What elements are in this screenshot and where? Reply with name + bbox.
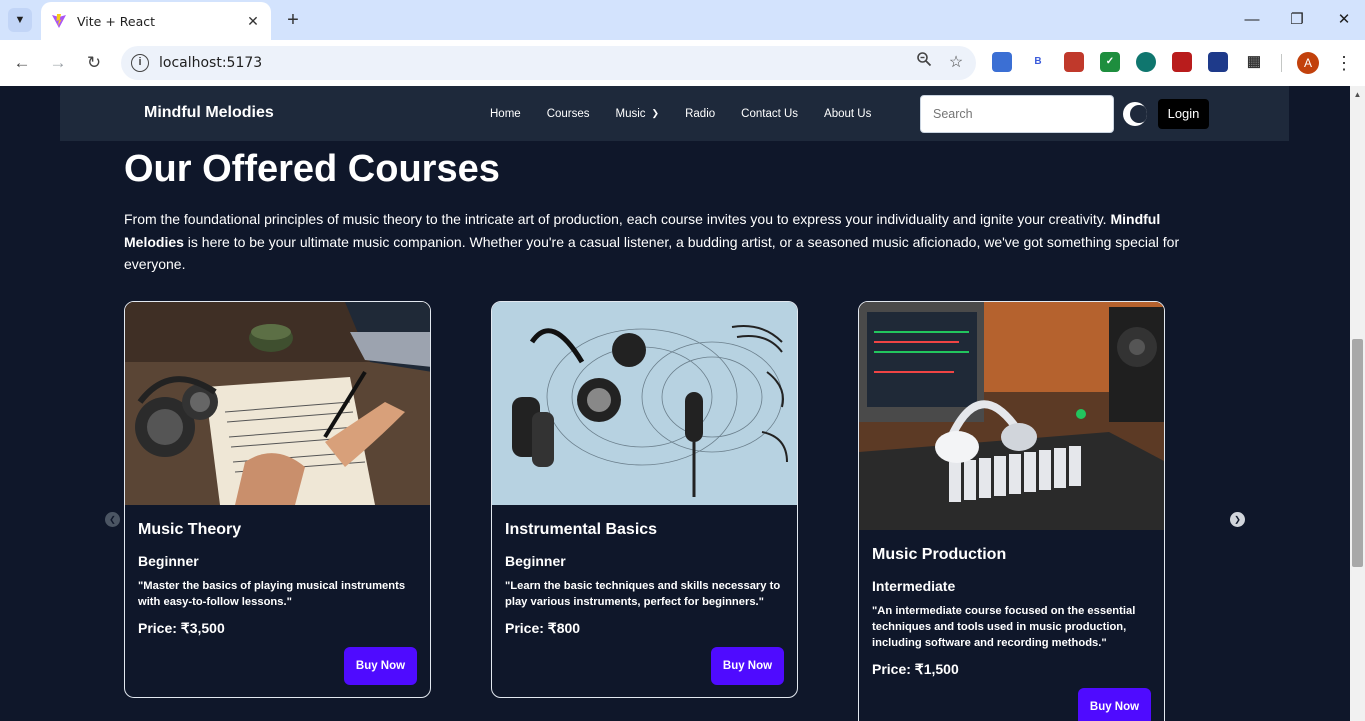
extension-screen-icon[interactable]: [992, 52, 1012, 72]
vite-logo-icon: [52, 14, 66, 28]
tab-close-icon[interactable]: ✕: [245, 13, 261, 30]
course-title: Instrumental Basics: [505, 521, 658, 538]
site-brand[interactable]: Mindful Melodies: [144, 104, 274, 122]
intro-text-2: is here to be your ultimate music compan…: [124, 233, 1180, 273]
nav-courses[interactable]: Courses: [547, 108, 590, 120]
browser-tab-bar: ▼ Vite + React ✕ + — ❐ ✕: [0, 0, 1365, 40]
url-text[interactable]: localhost:5173: [159, 55, 912, 71]
course-level: Beginner: [505, 553, 566, 569]
forward-arrow-icon[interactable]: →: [46, 51, 70, 75]
course-title: Music Theory: [138, 521, 242, 538]
reload-icon[interactable]: ↻: [82, 51, 106, 75]
page-title: Our Offered Courses: [124, 148, 500, 190]
extension-megaphone-icon[interactable]: [1064, 52, 1084, 72]
nav-about[interactable]: About Us: [824, 108, 871, 120]
search-input[interactable]: [933, 96, 1101, 132]
course-price: Price: ₹800: [505, 620, 581, 636]
theme-toggle-moon-icon[interactable]: [1123, 102, 1147, 126]
course-level: Intermediate: [872, 578, 956, 594]
login-button[interactable]: Login: [1158, 99, 1209, 129]
restore-icon[interactable]: ❐: [1282, 8, 1312, 32]
bookmark-star-icon[interactable]: ☆: [944, 51, 968, 75]
course-card: Music Production Intermediate "An interm…: [858, 301, 1165, 721]
course-price: Price: ₹3,500: [138, 620, 225, 636]
buy-now-button[interactable]: Buy Now: [1078, 688, 1151, 721]
extension-b-icon[interactable]: B: [1028, 52, 1048, 72]
profile-avatar[interactable]: A: [1297, 52, 1319, 74]
browser-tab[interactable]: Vite + React ✕: [41, 2, 271, 40]
course-description: "Master the basics of playing musical in…: [138, 580, 406, 608]
window-close-icon[interactable]: ✕: [1329, 8, 1359, 32]
address-bar[interactable]: i localhost:5173 ☆: [121, 46, 976, 80]
tab-title: Vite + React: [77, 13, 156, 29]
chevron-down-icon: ❯: [651, 108, 660, 118]
nav-home[interactable]: Home: [490, 108, 521, 120]
nav-radio[interactable]: Radio: [685, 108, 715, 120]
extension-home-icon[interactable]: [1208, 52, 1228, 72]
buy-now-button[interactable]: Buy Now: [344, 647, 417, 685]
nav-music-label: Music: [615, 107, 646, 120]
new-tab-plus-icon[interactable]: +: [282, 8, 304, 32]
course-card-body: Music Production Intermediate "An interm…: [859, 530, 1164, 678]
browser-toolbar: ← → ↻ i localhost:5173 ☆ B ✓ ▦: [0, 40, 1365, 86]
scroll-up-arrow-icon[interactable]: ▲: [1350, 88, 1365, 102]
course-price: Price: ₹1,500: [872, 661, 959, 677]
extension-check-icon[interactable]: ✓: [1100, 52, 1120, 72]
intro-paragraph: From the foundational principles of musi…: [124, 208, 1219, 276]
buy-now-button[interactable]: Buy Now: [711, 647, 784, 685]
intro-text-1: From the foundational principles of musi…: [124, 211, 1111, 227]
extensions-puzzle-icon[interactable]: ▦: [1244, 52, 1264, 72]
course-card: Music Theory Beginner "Master the basics…: [124, 301, 431, 698]
course-card-body: Instrumental Basics Beginner "Learn the …: [492, 505, 797, 637]
site-navbar: Mindful Melodies Home Courses Music ❯ Ra…: [60, 86, 1289, 141]
toolbar-divider: [1281, 54, 1282, 72]
course-title: Music Production: [872, 546, 1007, 563]
course-level: Beginner: [138, 553, 199, 569]
course-image-studio: [859, 302, 1164, 530]
course-image-sheet-music: [125, 302, 430, 505]
nav-music[interactable]: Music ❯: [616, 108, 660, 120]
course-card: Instrumental Basics Beginner "Learn the …: [491, 301, 798, 698]
scroll-thumb[interactable]: [1352, 339, 1363, 567]
tab-search-chevron-icon[interactable]: ▼: [8, 8, 32, 32]
zoom-icon[interactable]: [912, 51, 936, 75]
search-field[interactable]: [920, 95, 1114, 133]
course-image-headphones-sketch: [492, 302, 797, 505]
carousel-next-icon[interactable]: ❯: [1230, 512, 1245, 527]
page-viewport: Mindful Melodies Home Courses Music ❯ Ra…: [0, 86, 1350, 721]
site-info-icon[interactable]: i: [131, 54, 149, 72]
course-description: "An intermediate course focused on the e…: [872, 605, 1136, 649]
nav-links: Home Courses Music ❯ Radio Contact Us Ab…: [490, 86, 897, 141]
minimize-icon[interactable]: —: [1237, 8, 1267, 32]
course-card-body: Music Theory Beginner "Master the basics…: [125, 505, 430, 637]
course-description: "Learn the basic techniques and skills n…: [505, 580, 781, 608]
extension-leaf-icon[interactable]: [1136, 52, 1156, 72]
carousel-prev-icon[interactable]: ❮: [105, 512, 120, 527]
extension-grid-icon[interactable]: [1172, 52, 1192, 72]
browser-menu-icon[interactable]: ⋮: [1334, 51, 1354, 75]
nav-contact[interactable]: Contact Us: [741, 108, 798, 120]
back-arrow-icon[interactable]: ←: [10, 51, 34, 75]
